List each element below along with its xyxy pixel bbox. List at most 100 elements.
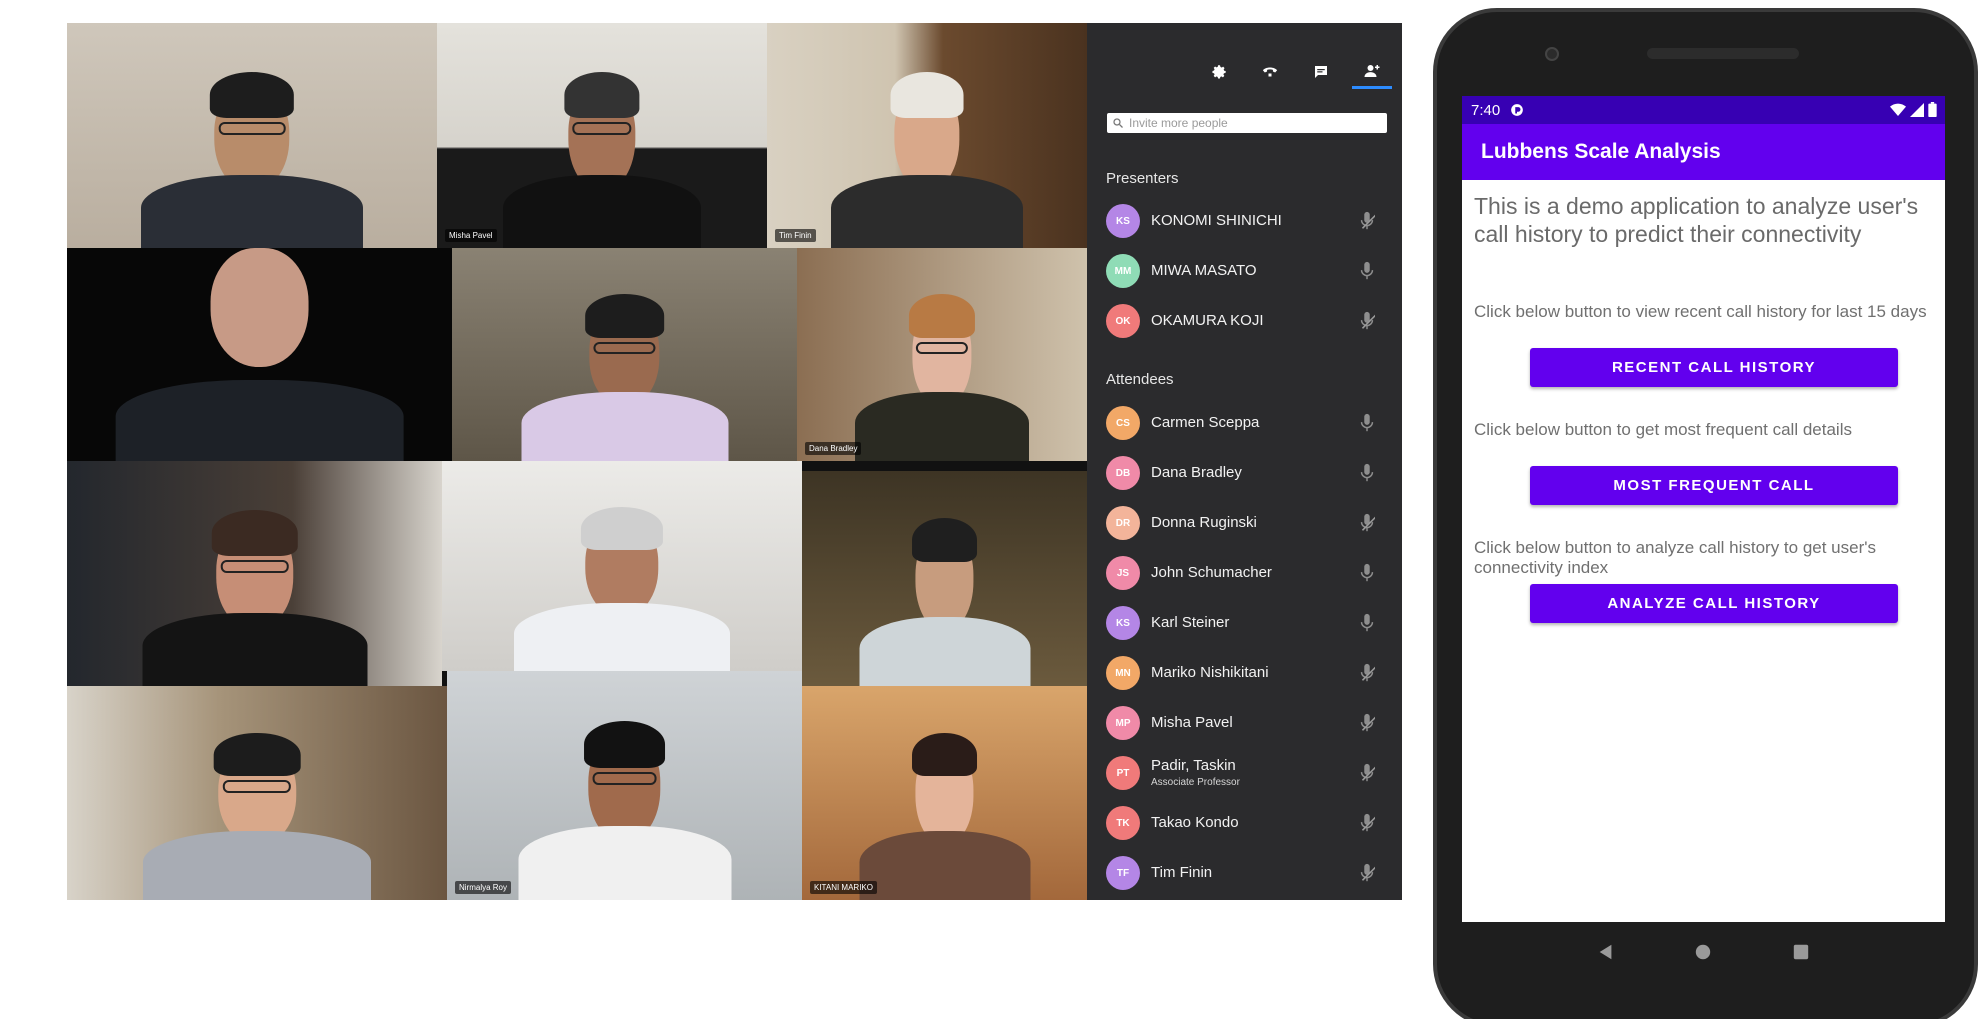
participant-row[interactable]: DB Dana Bradley: [1087, 450, 1402, 496]
participant-video: [143, 718, 371, 900]
participant-video: [521, 280, 728, 461]
participant-name: Misha Pavel: [1151, 714, 1233, 731]
invite-search-input[interactable]: Invite more people: [1107, 113, 1387, 133]
mic-icon[interactable]: [1359, 261, 1375, 281]
participant-avatar: CS: [1106, 406, 1140, 440]
participant-avatar: DR: [1106, 506, 1140, 540]
participant-video: [518, 705, 731, 900]
participant-row[interactable]: TK Takao Kondo: [1087, 800, 1402, 846]
participant-name: KONOMI SHINICHI: [1151, 212, 1282, 229]
participant-row[interactable]: KS KONOMI SHINICHI: [1087, 198, 1402, 244]
participant-video: [859, 503, 1030, 686]
recent-call-history-button[interactable]: RECENT CALL HISTORY: [1530, 348, 1898, 387]
participant-row[interactable]: JS John Schumacher: [1087, 550, 1402, 596]
audio-tab[interactable]: [1250, 55, 1290, 89]
participants-panel: Invite more people Presenters KS KONOMI S…: [1087, 23, 1402, 900]
app-bar: Lubbens Scale Analysis: [1462, 124, 1945, 180]
participant-name-tag: Nirmalya Roy: [455, 881, 512, 894]
participant-row[interactable]: CS Carmen Sceppa: [1087, 400, 1402, 446]
participant-avatar: KS: [1106, 204, 1140, 238]
participant-name: Mariko Nishikitani: [1151, 664, 1269, 681]
mic-icon[interactable]: [1359, 563, 1375, 583]
participant-row[interactable]: MP Misha Pavel: [1087, 700, 1402, 746]
back-icon: [1599, 944, 1612, 960]
mic-muted-icon[interactable]: [1359, 663, 1375, 683]
video-tile[interactable]: [67, 461, 442, 686]
participants-tab[interactable]: [1352, 55, 1392, 89]
mic-icon[interactable]: [1359, 413, 1375, 433]
video-tile[interactable]: Tim Finin: [767, 23, 1087, 248]
video-tile[interactable]: Nirmalya Roy: [447, 671, 802, 900]
video-tile[interactable]: [452, 248, 797, 461]
participant-video: [141, 57, 363, 248]
video-grid: Misha Pavel Tim Finin Dana Bradley Nirma…: [67, 23, 1087, 900]
settings-icon: [1212, 65, 1226, 79]
video-conference-window: Misha Pavel Tim Finin Dana Bradley Nirma…: [67, 23, 1402, 900]
mic-muted-icon[interactable]: [1359, 211, 1375, 231]
participant-avatar: MP: [1106, 706, 1140, 740]
participant-name-tag: Tim Finin: [775, 229, 816, 242]
search-icon: [1113, 118, 1123, 128]
mic-muted-icon[interactable]: [1359, 513, 1375, 533]
phone-screen: 7:40 Lubbens Scale Analysis This is a de…: [1462, 96, 1945, 922]
home-button[interactable]: [1691, 940, 1715, 964]
recents-button[interactable]: [1789, 940, 1813, 964]
mic-muted-icon[interactable]: [1359, 763, 1375, 783]
video-tile[interactable]: [67, 23, 437, 248]
participant-name-tag: Dana Bradley: [805, 442, 862, 455]
participants-icon: [1364, 64, 1380, 77]
participant-video: [142, 495, 367, 686]
participant-role: Associate Professor: [1151, 777, 1240, 788]
participant-avatar: JS: [1106, 556, 1140, 590]
participant-avatar: TF: [1106, 856, 1140, 890]
mic-icon[interactable]: [1359, 613, 1375, 633]
participant-row[interactable]: OK OKAMURA KOJI: [1087, 298, 1402, 344]
mic-muted-icon[interactable]: [1359, 863, 1375, 883]
participant-row[interactable]: TF Tim Finin: [1087, 850, 1402, 896]
participant-row[interactable]: PT Padir, Taskin Associate Professor: [1087, 750, 1402, 796]
participant-name: Takao Kondo: [1151, 814, 1239, 831]
participant-name: Padir, Taskin: [1151, 757, 1236, 774]
video-tile[interactable]: [802, 471, 1087, 686]
video-tile[interactable]: Dana Bradley: [797, 248, 1087, 461]
participant-name: Donna Ruginski: [1151, 514, 1257, 531]
participant-name-tag: Misha Pavel: [445, 229, 497, 242]
notification-icon: [1511, 104, 1524, 116]
analyze-instruction: Click below button to analyze call histo…: [1474, 538, 1876, 577]
participant-avatar: DB: [1106, 456, 1140, 490]
home-icon: [1696, 944, 1711, 960]
participant-row[interactable]: MM MIWA MASATO: [1087, 248, 1402, 294]
cell-signal-icon: [1910, 102, 1924, 117]
video-tile[interactable]: [442, 461, 802, 671]
battery-icon: [1928, 102, 1937, 117]
recents-icon: [1793, 944, 1809, 960]
settings-tab[interactable]: [1199, 55, 1239, 89]
chat-tab[interactable]: [1301, 55, 1341, 89]
participant-name: Karl Steiner: [1151, 614, 1230, 631]
status-bar: 7:40: [1462, 96, 1945, 124]
video-tile[interactable]: [67, 248, 452, 461]
analyze-call-history-button[interactable]: ANALYZE CALL HISTORY: [1530, 584, 1898, 623]
frequent-call-instruction: Click below button to get most frequent …: [1474, 420, 1852, 439]
participant-row[interactable]: KS Karl Steiner: [1087, 600, 1402, 646]
mic-muted-icon[interactable]: [1359, 311, 1375, 331]
participant-name: Carmen Sceppa: [1151, 414, 1260, 431]
participant-video: [514, 493, 730, 671]
status-icons: [1890, 102, 1937, 117]
video-tile[interactable]: KITANI MARIKO: [802, 686, 1087, 900]
participant-name: Dana Bradley: [1151, 464, 1242, 481]
back-button[interactable]: [1594, 940, 1618, 964]
participant-row[interactable]: DR Donna Ruginski: [1087, 500, 1402, 546]
video-tile[interactable]: [67, 686, 447, 900]
participant-video: [831, 57, 1023, 248]
participant-avatar: MM: [1106, 254, 1140, 288]
mic-icon[interactable]: [1359, 463, 1375, 483]
participant-row[interactable]: MN Mariko Nishikitani: [1087, 650, 1402, 696]
most-frequent-call-button[interactable]: MOST FREQUENT CALL: [1530, 466, 1898, 505]
wifi-icon: [1890, 103, 1906, 116]
mic-muted-icon[interactable]: [1359, 713, 1375, 733]
participant-video: [503, 57, 701, 248]
invite-placeholder: Invite more people: [1129, 116, 1228, 130]
mic-muted-icon[interactable]: [1359, 813, 1375, 833]
video-tile[interactable]: Misha Pavel: [437, 23, 767, 248]
